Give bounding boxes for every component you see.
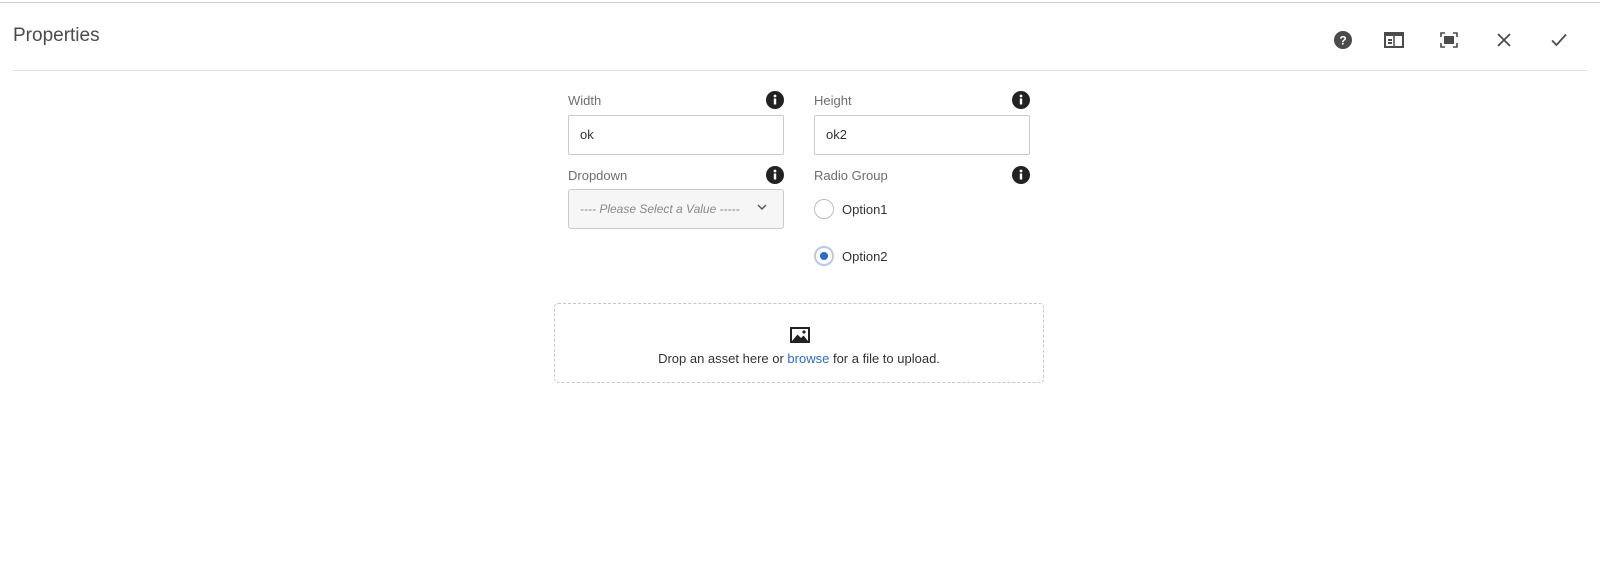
done-button[interactable]: [1544, 25, 1574, 55]
help-button[interactable]: ?: [1328, 25, 1358, 55]
radio-option-2[interactable]: Option2: [814, 246, 888, 266]
radio-option-label: Option2: [842, 248, 888, 264]
dropzone-text: Drop an asset here or browse for a file …: [555, 351, 1043, 366]
dialog-title: Properties: [13, 25, 100, 46]
width-field[interactable]: ok: [568, 115, 784, 155]
radio-option-label: Option1: [842, 201, 888, 217]
checkmark-icon: [1551, 33, 1567, 47]
dialog-header: Properties ?: [13, 3, 1587, 71]
info-icon[interactable]: [1012, 91, 1030, 109]
radio-option-1[interactable]: Option1: [814, 199, 888, 219]
radio-group-label: Radio Group: [814, 168, 888, 183]
width-label: Width: [568, 93, 602, 108]
info-icon[interactable]: [766, 91, 784, 109]
radio-button[interactable]: [814, 199, 834, 219]
dropdown-placeholder: ---- Please Select a Value -----: [580, 202, 740, 216]
height-field[interactable]: ok2: [814, 115, 1030, 155]
browse-link[interactable]: browse: [787, 351, 829, 366]
toggle-side-panel-button[interactable]: [1379, 25, 1409, 55]
radio-button-selected[interactable]: [814, 246, 834, 266]
dropzone-text-before: Drop an asset here or: [658, 351, 788, 366]
fullscreen-icon: [1440, 32, 1458, 48]
dropzone-text-after: for a file to upload.: [829, 351, 940, 366]
chevron-down-icon: [757, 204, 767, 210]
toggle-side-panel-icon: [1384, 32, 1404, 48]
height-label: Height: [814, 93, 852, 108]
close-icon: [1497, 33, 1511, 47]
info-icon[interactable]: [1012, 166, 1030, 184]
dropdown-label: Dropdown: [568, 168, 628, 183]
dropdown-select[interactable]: ---- Please Select a Value -----: [568, 189, 784, 229]
svg-text:?: ?: [1339, 34, 1346, 48]
close-button[interactable]: [1489, 25, 1519, 55]
info-icon[interactable]: [766, 166, 784, 184]
image-icon: [790, 327, 810, 343]
help-icon: ?: [1334, 31, 1352, 49]
fullscreen-button[interactable]: [1434, 25, 1464, 55]
file-dropzone[interactable]: Drop an asset here or browse for a file …: [554, 303, 1044, 383]
